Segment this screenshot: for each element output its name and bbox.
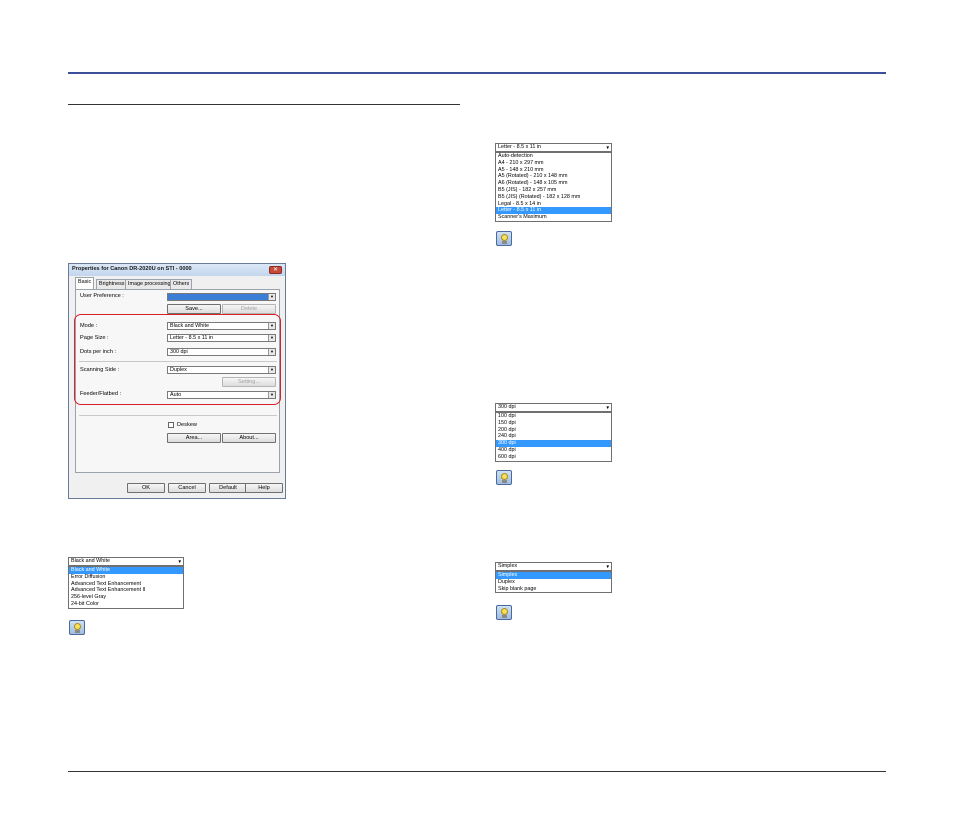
user-preference-select[interactable]: ▼	[167, 293, 276, 301]
tab-basic[interactable]: Basic	[75, 277, 95, 289]
section-rule	[68, 104, 460, 105]
dropdown-option[interactable]: 240 dpi	[496, 433, 611, 440]
dropdown-option[interactable]: Auto-detection	[496, 153, 611, 160]
header-rule	[68, 72, 886, 74]
dropdown-option[interactable]: Scanner's Maximum	[496, 214, 611, 221]
scanning-side-dropdown-list: Simplex Duplex Skip blank page	[495, 571, 612, 594]
mode-dropdown-list: Black and White Error Diffusion Advanced T…	[68, 566, 184, 609]
close-icon[interactable]: ✕	[269, 266, 282, 274]
dropdown-option[interactable]: Advanced Text Enhancement	[69, 581, 183, 588]
dialog-title-bar: Properties for Canon DR-2020U on STI - 0…	[69, 264, 285, 276]
dropdown-option[interactable]: Legal - 8.5 x 14 in	[496, 201, 611, 208]
dropdown-option[interactable]: 300 dpi	[496, 440, 611, 447]
dropdown-option[interactable]: 400 dpi	[496, 447, 611, 454]
dpi-dropdown-head[interactable]: 300 dpi ▼	[495, 403, 612, 412]
scanning-side-dropdown-current: Simplex	[498, 563, 518, 569]
dropdown-option[interactable]: A5 - 148 x 210 mm	[496, 167, 611, 174]
chevron-down-icon: ▼	[605, 564, 610, 569]
dropdown-option[interactable]: A6 (Rotated) - 148 x 105 mm	[496, 180, 611, 187]
chevron-down-icon: ▼	[268, 294, 275, 300]
dropdown-option[interactable]: Simplex	[496, 572, 611, 579]
chevron-down-icon: ▼	[177, 559, 182, 564]
dropdown-option[interactable]: Duplex	[496, 579, 611, 586]
dropdown-option[interactable]: A4 - 210 x 297 mm	[496, 160, 611, 167]
deskew-checkbox[interactable]	[168, 422, 174, 428]
deskew-label: Deskew	[177, 422, 197, 428]
dropdown-option[interactable]: Error Diffusion	[69, 574, 183, 581]
dropdown-option[interactable]: 256-level Gray	[69, 594, 183, 601]
page-size-dropdown-list: Auto-detection A4 - 210 x 297 mm A5 - 148 …	[495, 152, 612, 222]
chevron-down-icon: ▼	[605, 405, 610, 410]
default-button[interactable]: Default	[209, 483, 247, 493]
dpi-dropdown-current: 300 dpi	[498, 404, 516, 410]
dpi-dropdown-list: 100 dpi 150 dpi 200 dpi 240 dpi 300 dpi 400 d…	[495, 412, 612, 462]
lightbulb-hint-icon	[496, 470, 512, 485]
cancel-button[interactable]: Cancel	[168, 483, 206, 493]
area-button[interactable]: Area...	[167, 433, 221, 443]
dropdown-option[interactable]: Advanced Text Enhancement II	[69, 587, 183, 594]
dropdown-option[interactable]: B5 (JIS) (Rotated) - 182 x 128 mm	[496, 194, 611, 201]
tab-brightness[interactable]: Brightness	[96, 279, 128, 289]
dropdown-option[interactable]: 200 dpi	[496, 427, 611, 434]
dropdown-option[interactable]: 600 dpi	[496, 454, 611, 461]
dropdown-option[interactable]: A5 (Rotated) - 210 x 148 mm	[496, 173, 611, 180]
lightbulb-hint-icon	[69, 620, 85, 635]
dropdown-option[interactable]: Skip blank page	[496, 586, 611, 593]
save-button[interactable]: Save...	[167, 304, 221, 314]
dropdown-option[interactable]: Letter - 8.5 x 11 in	[496, 207, 611, 215]
tab-image-processing[interactable]: Image processing	[125, 279, 174, 289]
lightbulb-hint-icon	[496, 605, 512, 620]
about-button[interactable]: About...	[222, 433, 276, 443]
user-preference-label: User Preference :	[80, 293, 124, 299]
dropdown-option[interactable]: B5 (JIS) - 182 x 257 mm	[496, 187, 611, 194]
page-size-dropdown-head[interactable]: Letter - 8.5 x 11 in ▼	[495, 143, 612, 152]
lightbulb-hint-icon	[496, 231, 512, 246]
dialog-title: Properties for Canon DR-2020U on STI - 0…	[72, 266, 192, 272]
dropdown-option[interactable]: Black and White	[69, 567, 183, 574]
dropdown-option[interactable]: 150 dpi	[496, 420, 611, 427]
help-button[interactable]: Help	[245, 483, 283, 493]
footer-rule	[68, 771, 886, 772]
page-size-dropdown-current: Letter - 8.5 x 11 in	[498, 144, 542, 150]
scanning-side-dropdown-head[interactable]: Simplex ▼	[495, 562, 612, 571]
mode-dropdown-head[interactable]: Black and White ▼	[68, 557, 184, 566]
ok-button[interactable]: OK	[127, 483, 165, 493]
dropdown-option[interactable]: 100 dpi	[496, 413, 611, 420]
chevron-down-icon: ▼	[605, 145, 610, 150]
mode-dropdown-current: Black and White	[71, 558, 110, 564]
divider	[79, 415, 277, 416]
highlight-frame	[74, 314, 281, 405]
delete-button[interactable]: Delete	[222, 304, 276, 314]
tab-others[interactable]: Others	[170, 279, 193, 289]
dropdown-option[interactable]: 24-bit Color	[69, 601, 183, 608]
